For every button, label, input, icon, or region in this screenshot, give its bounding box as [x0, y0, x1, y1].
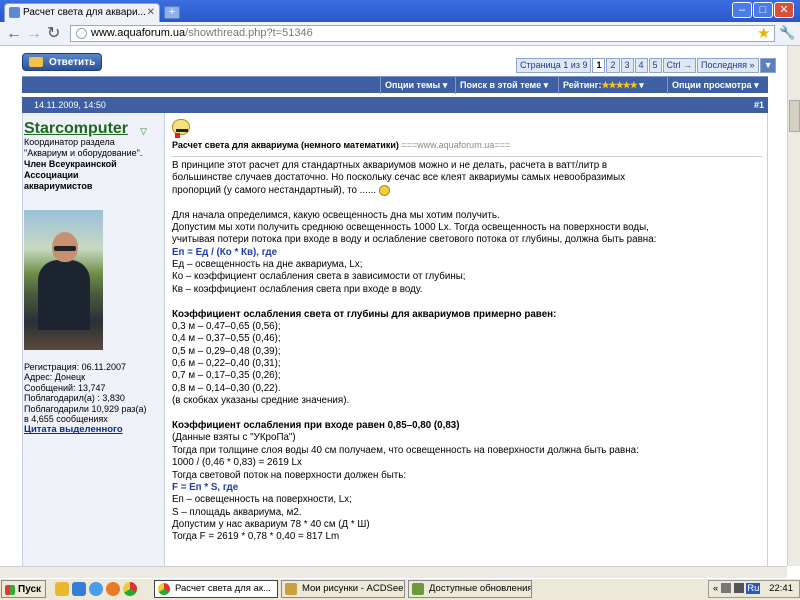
search-thread-menu[interactable]: Поиск в этой теме ▾ [455, 77, 557, 94]
post-line: Допустим мы хоти получить среднюю освеще… [172, 221, 649, 233]
page-link-3[interactable]: 3 [620, 58, 634, 73]
post-line: Допустим у нас аквариум 78 * 40 см (Д * … [172, 519, 370, 531]
smiley-icon [379, 184, 391, 196]
start-button[interactable]: Пуск [1, 580, 46, 598]
bookmark-star-icon[interactable]: ★ [757, 24, 770, 42]
desktop-quicklaunch-icon[interactable] [72, 582, 86, 596]
post-line: Еп – освещенность на поверхности, Lx; [172, 494, 352, 506]
tab-title: Расчет света для аквари... [23, 7, 146, 18]
post-line: Тогда F = 2619 * 0,78 * 0,40 = 817 Lm [172, 531, 340, 543]
rating-stars-icon: ★★★★★ [601, 80, 637, 90]
post-line: 0,5 м – 0,29–0,48 (0,39); [172, 345, 281, 357]
quote-selected-link[interactable]: Цитата выделенного [24, 424, 123, 435]
post-line: F = Еп * S, где [172, 481, 239, 493]
thread-options-bar: Опции темы ▾ Поиск в этой теме ▾ Рейтинг… [22, 76, 768, 94]
network-icon[interactable] [720, 583, 731, 594]
post-line: (Данные взяты с "УКроПа") [172, 432, 296, 444]
post-line: Тогда световой поток на поверхности долж… [172, 469, 407, 481]
ie-quicklaunch-icon[interactable] [89, 582, 103, 596]
reply-label: Ответить [49, 57, 96, 68]
post-line: Ко – коэффициент ослабления света в зави… [172, 271, 466, 283]
pager-dropdown-icon[interactable]: ▼ [759, 58, 777, 73]
folder-quicklaunch-icon[interactable] [55, 582, 69, 596]
back-arrow-icon[interactable]: ← [6, 26, 22, 42]
post-line: В принципе этот расчет для стандартных а… [172, 160, 608, 171]
post-line: Ед – освещенность на дне аквариума, Lx; [172, 259, 363, 271]
next-page-link[interactable]: Ctrl → [662, 58, 697, 73]
post-line: учитывая потери потока при входе в воду … [172, 234, 657, 246]
windows-logo-icon [5, 585, 15, 595]
post-line: 0,7 м – 0,17–0,35 (0,26); [172, 370, 281, 382]
taskbar-item-updates[interactable]: Доступные обновления [408, 580, 532, 598]
maximize-button[interactable]: □ [753, 2, 773, 18]
language-indicator[interactable]: Ru [746, 583, 761, 594]
post-line: Коэффициент ослабления света от глубины … [172, 308, 557, 320]
clock: 22:41 [769, 583, 793, 594]
post-line: (в скобках указаны средние значения). [172, 395, 350, 407]
post-number-link[interactable]: #1 [754, 97, 764, 113]
chrome-quicklaunch-icon[interactable] [123, 582, 137, 596]
post-title: Расчет света для аквариума (немного мате… [172, 140, 510, 150]
browser-tab[interactable]: Расчет света для аквари... ✕ [4, 3, 160, 22]
forward-arrow-icon[interactable]: → [26, 26, 42, 42]
user-menu-icon[interactable]: ▽ [140, 126, 147, 137]
globe-icon [76, 28, 87, 39]
page-favicon-icon [9, 7, 20, 18]
post-line: Еп = Ед / (Ко * Кв), где [172, 246, 278, 258]
page-link-2[interactable]: 2 [606, 58, 620, 73]
page-link-4[interactable]: 4 [634, 58, 648, 73]
post-line: Коэффициент ослабления при входе равен 0… [172, 419, 460, 431]
post-line: Кв – коэффициент ослабления света при вх… [172, 283, 423, 295]
view-options-menu[interactable]: Опции просмотра ▾ [667, 77, 768, 94]
reload-icon[interactable]: ↻ [47, 26, 60, 42]
post-line: 0,4 м – 0,37–0,55 (0,46); [172, 333, 281, 345]
url-path: /showthread.php?t=51346 [185, 27, 313, 39]
user-stats: Регистрация: 06.11.2007 Адрес: Донецк Со… [24, 362, 147, 436]
page-link-5[interactable]: 5 [648, 58, 662, 73]
system-tray: « Ru 22:41 [708, 580, 800, 598]
volume-icon[interactable] [733, 583, 744, 594]
post-line: большинстве случаев достаточно. Но поско… [172, 172, 626, 184]
taskbar-item-acdsee[interactable]: Мои рисунки - ACDSee ... [281, 580, 405, 598]
post-header: 14.11.2009, 14:50 #1 [22, 97, 768, 113]
firefox-quicklaunch-icon[interactable] [106, 582, 120, 596]
url-domain: www.aquaforum.ua [91, 27, 186, 39]
user-title: Координатор раздела "Аквариум и оборудов… [24, 137, 143, 191]
address-bar[interactable]: www.aquaforum.ua/showthread.php?t=51346 [70, 25, 775, 42]
reply-icon [29, 57, 43, 67]
tray-arrow-icon[interactable]: « [713, 583, 718, 594]
page-link-1[interactable]: 1 [592, 58, 606, 73]
thread-options-menu[interactable]: Опции темы ▾ [380, 77, 454, 94]
horizontal-scrollbar[interactable] [0, 566, 787, 578]
rating-menu[interactable]: Рейтинг:★★★★★ ▾ [558, 77, 666, 94]
scrollbar-thumb[interactable] [789, 100, 800, 132]
post-line: Тогда при толщине слоя воды 40 см получа… [172, 444, 639, 456]
wrench-menu-icon[interactable]: 🔧 [779, 25, 795, 41]
post-line: пропорций (у самого нестандартный), то .… [172, 184, 391, 197]
pagination: Страница 1 из 9 1 2 3 4 5 Ctrl → Последн… [516, 58, 777, 73]
page-count-label: Страница 1 из 9 [516, 58, 592, 73]
post-line: 0,3 м – 0,47–0,65 (0,56); [172, 320, 281, 332]
post-line: Для начала определимся, какую освещеннос… [172, 209, 500, 221]
last-page-link[interactable]: Последняя » [697, 58, 759, 73]
tab-close-icon[interactable]: ✕ [147, 4, 155, 21]
minimize-button[interactable]: – [732, 2, 752, 18]
post-line: S – площадь аквариума, м2. [172, 506, 302, 518]
post-line: 1000 / (0,46 * 0,83) = 2619 Lx [172, 457, 302, 469]
post-line: 0,6 м – 0,22–0,40 (0,31); [172, 358, 281, 370]
post-date: 14.11.2009, 14:50 [34, 100, 106, 110]
vertical-scrollbar[interactable] [787, 46, 800, 566]
post-line: 0,8 м – 0,14–0,30 (0,22). [172, 382, 281, 394]
user-avatar [24, 210, 103, 350]
close-window-button[interactable]: ✕ [774, 2, 794, 18]
reply-button[interactable]: Ответить [22, 53, 102, 71]
taskbar-item-browser[interactable]: Расчет света для ак... [154, 580, 278, 598]
new-tab-button[interactable]: + [164, 6, 180, 19]
username-link[interactable]: Starcomputer [24, 120, 128, 138]
post-icon [172, 119, 190, 138]
post-title-divider [172, 156, 762, 157]
